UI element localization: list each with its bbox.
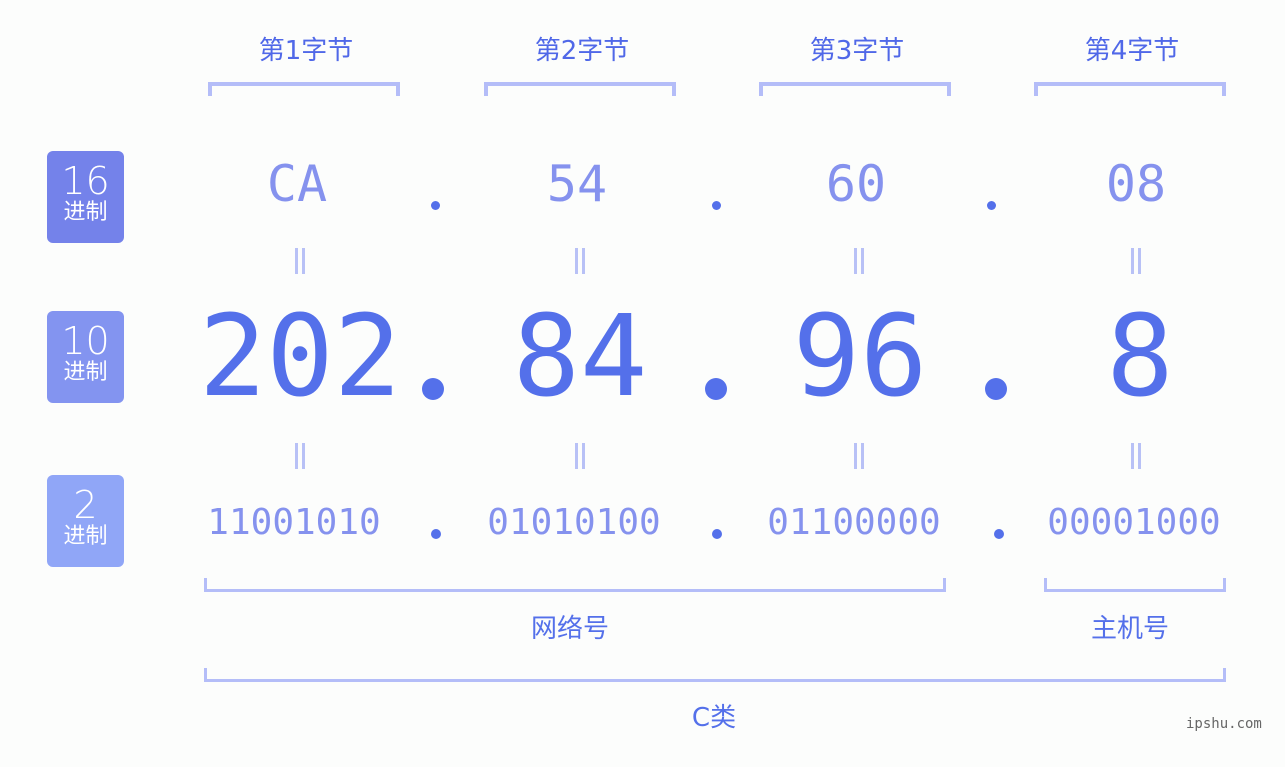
dec-separator-2 — [705, 378, 727, 400]
badge-bin: 2 进制 — [47, 475, 124, 567]
hex-byte-2: 54 — [546, 155, 608, 213]
badge-bin-num: 2 — [73, 483, 98, 527]
badge-hex-num: 16 — [61, 159, 110, 203]
dec-byte-4: 8 — [1106, 292, 1174, 422]
bin-byte-4: 00001000 — [1047, 502, 1221, 543]
dec-byte-3: 96 — [792, 292, 928, 422]
badge-hex-unit: 进制 — [63, 200, 108, 225]
badge-dec-unit: 进制 — [63, 360, 108, 385]
equals-icon — [1125, 443, 1145, 469]
equals-icon — [1125, 248, 1145, 274]
byte-2-bracket — [484, 82, 676, 96]
host-label: 主机号 — [1090, 614, 1169, 644]
equals-icon — [848, 248, 868, 274]
hex-separator-3 — [987, 201, 996, 210]
byte-4-bracket — [1034, 82, 1226, 96]
equals-icon — [569, 443, 589, 469]
byte-4-label: 第4字节 — [1084, 36, 1180, 66]
hex-separator-1 — [431, 201, 440, 210]
equals-icon — [289, 248, 309, 274]
badge-hex: 16 进制 — [47, 151, 124, 243]
bin-separator-1 — [431, 529, 441, 539]
network-bracket — [204, 578, 946, 592]
dec-separator-1 — [422, 378, 444, 400]
hex-separator-2 — [712, 201, 721, 210]
hex-byte-4: 08 — [1105, 155, 1167, 213]
badge-dec: 10 进制 — [47, 311, 124, 403]
class-label: C类 — [691, 703, 737, 733]
watermark: ipshu.com — [1186, 716, 1262, 732]
bin-byte-3: 01100000 — [767, 502, 941, 543]
class-bracket — [204, 668, 1226, 682]
byte-3-label: 第3字节 — [809, 36, 905, 66]
bin-separator-2 — [712, 529, 722, 539]
dec-byte-1: 202 — [198, 292, 402, 422]
bin-separator-3 — [994, 529, 1004, 539]
equals-icon — [848, 443, 868, 469]
bin-byte-1: 11001010 — [207, 502, 381, 543]
byte-1-bracket — [208, 82, 400, 96]
hex-byte-1: CA — [266, 155, 328, 213]
equals-icon — [569, 248, 589, 274]
byte-1-label: 第1字节 — [258, 36, 354, 66]
badge-dec-num: 10 — [61, 319, 110, 363]
equals-icon — [289, 443, 309, 469]
network-label: 网络号 — [530, 614, 609, 644]
hex-byte-3: 60 — [825, 155, 887, 213]
badge-bin-unit: 进制 — [63, 524, 108, 549]
dec-separator-3 — [985, 378, 1007, 400]
host-bracket — [1044, 578, 1226, 592]
dec-byte-2: 84 — [512, 292, 648, 422]
byte-3-bracket — [759, 82, 951, 96]
bin-byte-2: 01010100 — [487, 502, 661, 543]
byte-2-label: 第2字节 — [534, 36, 630, 66]
